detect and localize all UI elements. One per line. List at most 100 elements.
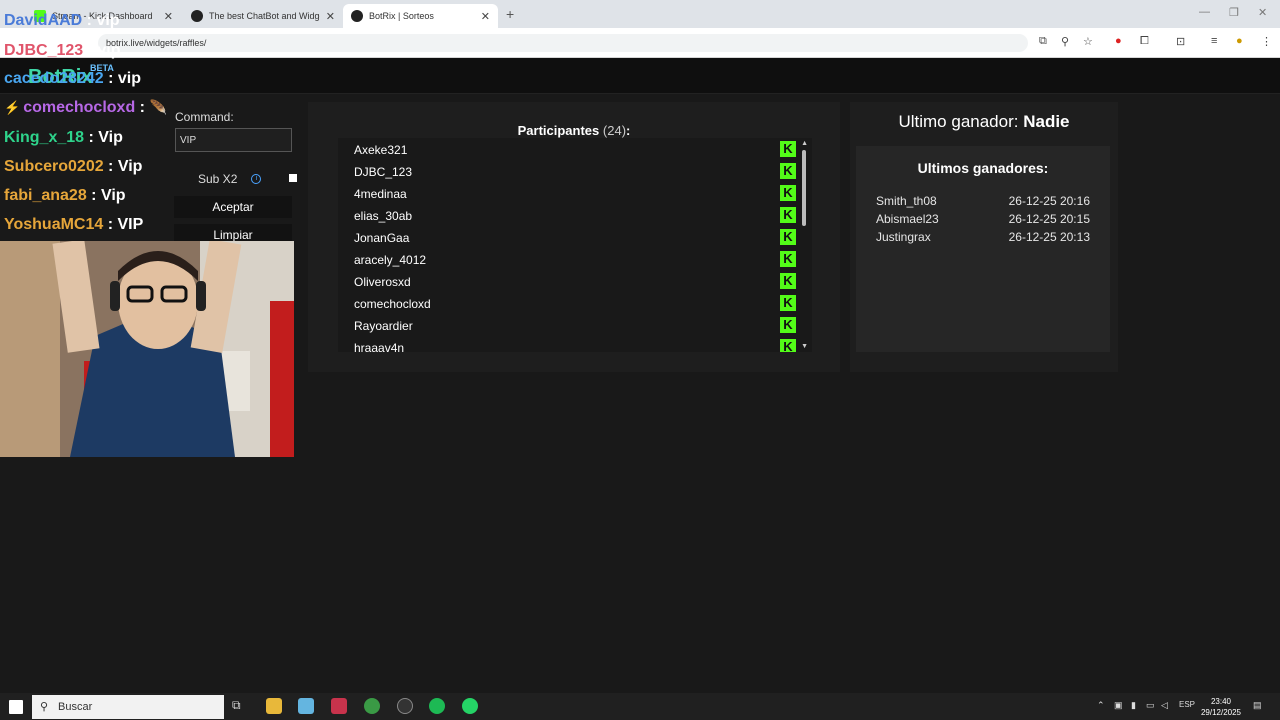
participant-name: elias_30ab <box>354 209 413 223</box>
search-icon: ⚲ <box>40 701 49 713</box>
chat-username: DJBC_123 <box>4 42 84 59</box>
sub-x2-checkbox[interactable] <box>289 174 297 182</box>
volume-icon[interactable]: ◁ <box>1161 700 1168 711</box>
participants-list[interactable]: Axeke321 K DJBC_123 K 4medinaa Kelias_30ab K Jo… <box>338 138 812 352</box>
screen: Stream - Kick Dashboard ✕ The best ChatB… <box>0 0 1280 720</box>
participant-row: Axeke321 K <box>338 138 812 160</box>
chat-username: cacedo28242 <box>4 70 104 87</box>
windows-start-icon[interactable] <box>9 700 23 714</box>
scroll-down-icon[interactable]: ▼ <box>801 343 808 350</box>
participant-row: Rayoardier K <box>338 314 812 336</box>
close-icon[interactable]: ✕ <box>326 10 335 23</box>
sub-x2-label: Sub X2 <box>198 172 238 186</box>
tab-label: BotRix | Sorteos <box>369 11 434 21</box>
maximize-icon[interactable]: ❐ <box>1229 6 1239 19</box>
whatsapp-icon[interactable] <box>462 698 478 714</box>
tray-chevron-icon[interactable]: ⌃ <box>1097 700 1105 711</box>
recent-winner-date: 26-12-25 20:13 <box>1008 230 1090 244</box>
kick-icon: K <box>780 185 796 201</box>
profile-avatar-icon[interactable]: ● <box>1236 35 1243 47</box>
chat-text: Vip <box>98 129 123 146</box>
browser-address-bar: botrix.live/widgets/raffles/ ⧉ ⚲ ☆ ● ⧠ ⊡… <box>0 28 1280 58</box>
chat-username: fabi_ana28 <box>4 187 87 204</box>
scrollbar-thumb[interactable] <box>802 150 806 226</box>
kick-icon: K <box>780 207 796 223</box>
close-icon[interactable]: ✕ <box>164 10 173 23</box>
language-indicator[interactable]: ESP <box>1179 700 1195 709</box>
chat-separator: : <box>84 129 99 146</box>
chat-message: fabi_ana28 : Vip <box>4 187 126 205</box>
site-top-nav: BotRix BETA <box>0 58 1280 94</box>
zoom-icon[interactable]: ⚲ <box>1061 35 1069 48</box>
tray-app-icon[interactable]: ▣ <box>1114 700 1123 711</box>
botrix-icon <box>351 10 363 22</box>
participant-row: 4medinaa K <box>338 182 812 204</box>
last-winner-title: Ultimo ganador: Nadie <box>850 112 1118 132</box>
notifications-icon[interactable]: ▤ <box>1253 700 1262 711</box>
participant-row: JonanGaa K <box>338 226 812 248</box>
extensions-icon[interactable]: ⧠ <box>1140 35 1149 48</box>
participants-title: Participantes (24): <box>308 123 840 138</box>
chat-message: ⚡ comechocloxd : 🪶 <box>4 99 167 117</box>
tab-botrix-sorteos[interactable]: BotRix | Sorteos ✕ <box>343 4 498 28</box>
participant-name: aracely_4012 <box>354 253 427 267</box>
media-icon[interactable]: ≡ <box>1211 35 1217 47</box>
star-icon[interactable]: ☆ <box>1083 35 1093 48</box>
menu-icon[interactable]: ⋮ <box>1261 35 1272 48</box>
participant-row: elias_30ab K <box>338 204 812 226</box>
recent-winner-name: Abismael23 <box>876 212 939 226</box>
participant-name: Rayoardier <box>354 319 413 333</box>
obs-icon[interactable] <box>397 698 413 714</box>
chat-text: vip <box>96 12 120 29</box>
spotify-icon[interactable] <box>429 698 445 714</box>
participant-row: comechocloxd K <box>338 292 812 314</box>
chat-separator: : <box>103 70 118 87</box>
kick-icon: K <box>780 317 796 333</box>
chat-username: King_x_18 <box>4 129 85 146</box>
chrome-icon[interactable] <box>364 698 380 714</box>
windows-taskbar: ⚲ Buscar ⧉ ⌃ ▣ ▮ ▭ ◁ ESP 23:40 29/12/202… <box>0 693 1280 720</box>
command-label: Command: <box>175 110 234 124</box>
window-close-icon[interactable]: ✕ <box>1258 6 1267 19</box>
tab-chatbot-widgets[interactable]: The best ChatBot and Widgets ✕ <box>183 4 343 28</box>
file-explorer-icon[interactable] <box>266 698 282 714</box>
network-icon[interactable]: ▭ <box>1146 700 1155 711</box>
scroll-up-icon[interactable]: ▲ <box>801 140 808 147</box>
url-text: botrix.live/widgets/raffles/ <box>106 38 207 48</box>
taskbar-clock[interactable]: 23:40 29/12/2025 <box>1194 696 1248 718</box>
chat-message: cacedo28242 : vip <box>4 70 141 88</box>
kick-icon: K <box>780 339 796 352</box>
chat-message: YoshuaMC14 : VIP <box>4 216 143 234</box>
taskbar-search[interactable]: ⚲ Buscar <box>32 695 224 719</box>
opera-icon[interactable]: ● <box>1115 35 1122 47</box>
chat-separator: : <box>135 99 150 116</box>
kick-icon: K <box>780 251 796 267</box>
capture-icon[interactable]: ⊡ <box>1176 35 1185 48</box>
recent-winner-row: Abismael23 26-12-25 20:15 <box>876 212 1090 226</box>
participant-name: hraaav4n <box>354 341 405 352</box>
minimize-icon[interactable]: — <box>1199 6 1210 18</box>
info-icon[interactable]: i <box>251 174 262 184</box>
participants-panel: Participantes (24): Axeke321 K DJBC_123 K 4m… <box>308 102 840 372</box>
tab-label: The best ChatBot and Widgets <box>209 11 320 21</box>
raffle-controls: Command: Sub X2 i Aceptar Limpiar <box>168 110 304 246</box>
kick-badge-icon: ⚡ <box>4 100 21 115</box>
notepad-icon[interactable] <box>298 698 314 714</box>
task-view-icon[interactable]: ⧉ <box>232 698 248 714</box>
chat-message: DJBC_123 : vip <box>4 42 121 60</box>
close-icon[interactable]: ✕ <box>481 10 490 23</box>
new-tab-icon[interactable]: + <box>506 6 514 22</box>
clock-time: 23:40 <box>1210 697 1232 706</box>
chat-separator: : <box>103 216 118 233</box>
app-icon[interactable] <box>331 698 347 714</box>
url-field[interactable]: botrix.live/widgets/raffles/ <box>98 34 1028 52</box>
accept-button[interactable]: Aceptar <box>174 196 292 218</box>
chat-text: Vip <box>117 158 143 175</box>
command-input[interactable] <box>175 128 292 152</box>
translate-icon[interactable]: ⧉ <box>1039 35 1047 48</box>
microphone-icon[interactable]: ▮ <box>1131 700 1136 711</box>
kick-icon: K <box>780 295 796 311</box>
participant-row: DJBC_123 K <box>338 160 812 182</box>
participant-name: 4medinaa <box>354 187 407 201</box>
clock-date: 29/12/2025 <box>1200 708 1242 717</box>
